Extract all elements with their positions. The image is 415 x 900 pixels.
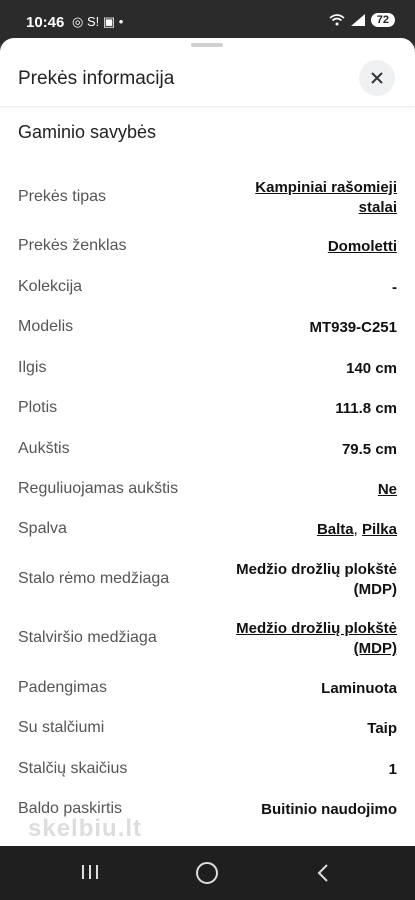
spec-value: Taip [367,720,397,737]
spec-value: 111.8 cm [335,400,397,417]
status-time: 10:46 [26,14,65,31]
wifi-icon [329,14,345,26]
status-right-icons: 72 [329,13,395,27]
home-icon[interactable] [196,862,218,884]
spec-value: Laminuota [321,680,397,697]
spec-value-link[interactable]: Medžio drožlių plokštė (MDP) [236,619,397,659]
signal-icon [350,14,365,26]
spec-label: Stalviršio medžiaga [18,629,157,646]
color-separator: , [353,521,362,538]
recent-apps-icon[interactable] [80,864,100,880]
spec-value: 1 [388,761,397,778]
spec-value: 79.5 cm [341,441,397,458]
spec-label: Padengimas [18,679,107,696]
spec-label: Kolekcija [18,278,83,295]
product-info-sheet: Prekės informacija Gaminio savybės Prekė… [0,38,415,846]
spec-label: Plotis [18,399,58,416]
spec-value-link[interactable]: Domoletti [328,237,397,257]
notification-icons: ◎ S! ▣ • [72,14,124,29]
spec-value: Buitinio naudojimo [261,801,397,818]
color-link-gray[interactable]: Pilka [362,521,397,538]
close-icon [371,72,383,84]
spec-value: Medžio drožlių plokštė (MDP) [236,561,397,598]
spec-value: MT939-C251 [309,319,397,336]
spec-value-link[interactable]: Kampiniai rašomieji stalai [255,178,397,218]
spec-label: Stalčių skaičius [18,760,128,777]
sheet-title: Prekės informacija [18,68,175,89]
close-button[interactable] [359,60,395,96]
spec-value: - [392,279,397,296]
spec-label: Su stalčiumi [18,719,105,736]
spec-label: Ilgis [18,359,47,376]
battery-badge: 72 [370,13,395,27]
spec-label: Aukštis [18,440,70,457]
color-link-white[interactable]: Balta [317,521,354,538]
system-nav-bar [0,846,415,900]
spec-label: Reguliuojamas aukštis [18,480,179,497]
spec-label: Prekės tipas [18,188,107,205]
watermark-logo: skelbiu.lt [28,815,143,842]
spec-value-colors: Balta, Pilka [317,520,397,540]
sheet-header: Prekės informacija [0,38,415,107]
back-icon[interactable] [316,863,330,883]
spec-value: 140 cm [346,360,397,377]
spec-label: Prekės ženklas [18,237,127,254]
spec-label: Modelis [18,318,74,335]
spec-label: Spalva [18,520,67,537]
spec-label: Stalo rėmo medžiaga [18,570,170,587]
spec-value-link[interactable]: Ne [378,480,397,500]
section-title: Gaminio savybės [18,122,157,142]
